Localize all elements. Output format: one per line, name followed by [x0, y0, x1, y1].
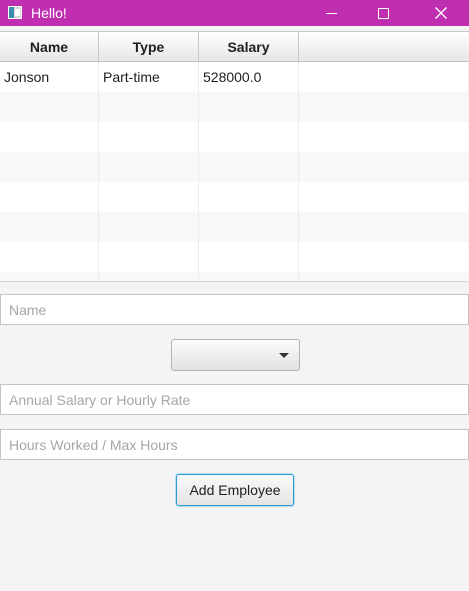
cell-type: Part-time [99, 62, 199, 92]
empty-row [0, 212, 469, 242]
empty-row [0, 152, 469, 182]
cell-name: Jonson [0, 62, 99, 92]
empty-row [0, 122, 469, 152]
minimize-icon [325, 12, 337, 14]
column-header-salary[interactable]: Salary [199, 32, 299, 61]
minimize-button[interactable] [308, 0, 354, 26]
empty-row [0, 92, 469, 122]
cell-salary: 528000.0 [199, 62, 299, 92]
add-employee-button[interactable]: Add Employee [176, 474, 294, 506]
cell-filler [299, 62, 469, 92]
type-dropdown[interactable] [171, 339, 300, 371]
title-bar[interactable]: Hello! [0, 0, 469, 26]
app-icon [8, 6, 22, 19]
column-header-type[interactable]: Type [99, 32, 199, 61]
column-header-name[interactable]: Name [0, 32, 99, 61]
name-input[interactable] [0, 294, 469, 325]
table-row[interactable]: Jonson Part-time 528000.0 [0, 62, 469, 92]
table-header: Name Type Salary [0, 32, 469, 62]
window-title: Hello! [31, 5, 67, 21]
table-bottom-edge [0, 281, 469, 294]
close-button[interactable] [418, 0, 464, 26]
empty-row [0, 182, 469, 212]
column-header-filler [299, 32, 469, 61]
chevron-down-icon [279, 353, 289, 358]
employee-table[interactable]: Name Type Salary Jonson Part-time 528000… [0, 31, 469, 281]
maximize-icon [377, 7, 389, 19]
close-icon [435, 7, 447, 19]
empty-row [0, 272, 469, 281]
maximize-button[interactable] [360, 0, 406, 26]
salary-rate-input[interactable] [0, 384, 469, 415]
empty-row [0, 242, 469, 272]
hours-input[interactable] [0, 429, 469, 460]
